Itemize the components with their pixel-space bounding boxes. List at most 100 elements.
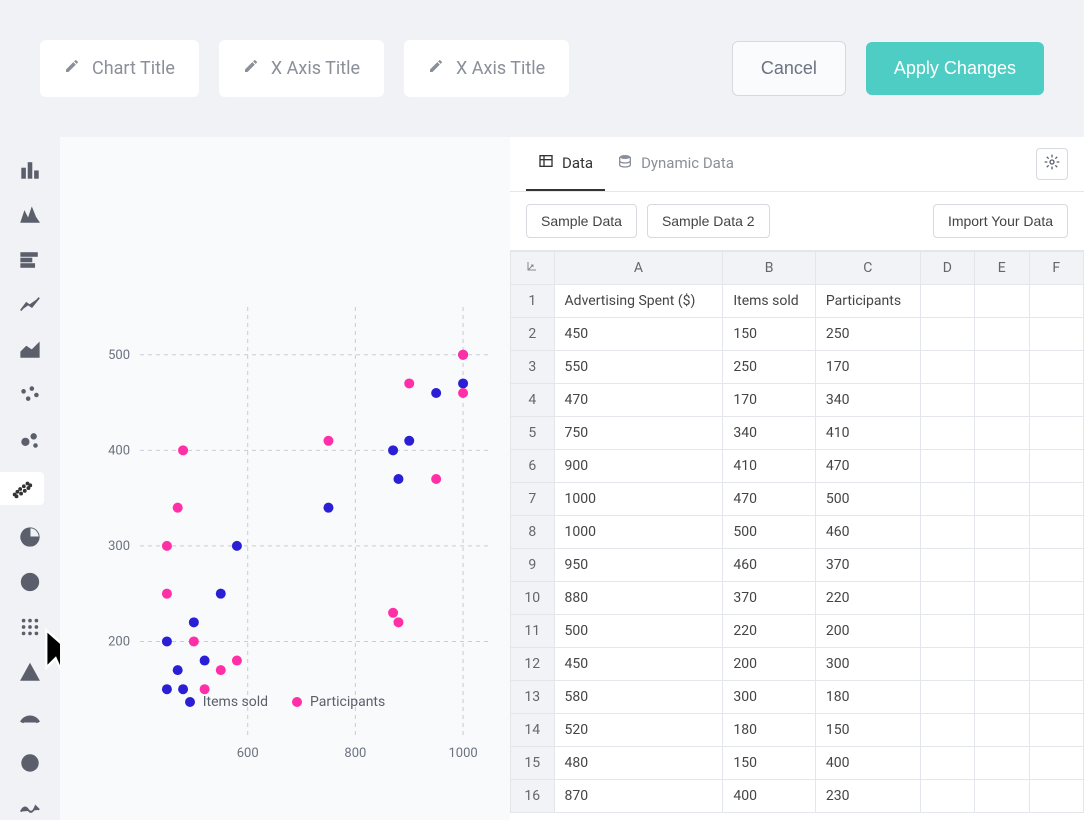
row-number[interactable]: 2 xyxy=(511,318,555,351)
cell[interactable]: 410 xyxy=(815,417,920,450)
cell[interactable]: 450 xyxy=(554,318,723,351)
legend-item-series1[interactable]: Items sold xyxy=(185,694,268,710)
cell[interactable]: 250 xyxy=(723,351,816,384)
cell[interactable]: 150 xyxy=(723,318,816,351)
cell[interactable]: 870 xyxy=(554,780,723,813)
cell[interactable] xyxy=(1029,384,1084,417)
cell[interactable]: 200 xyxy=(815,615,920,648)
cell[interactable]: 180 xyxy=(815,681,920,714)
cell[interactable]: 460 xyxy=(815,516,920,549)
cell[interactable] xyxy=(920,615,974,648)
cell[interactable] xyxy=(975,285,1029,318)
cell[interactable] xyxy=(975,450,1029,483)
legend-item-series2[interactable]: Participants xyxy=(292,694,385,710)
y-axis-title-input[interactable]: X Axis Title xyxy=(404,40,569,97)
cell[interactable] xyxy=(1029,516,1084,549)
row-number[interactable]: 13 xyxy=(511,681,555,714)
row-number[interactable]: 7 xyxy=(511,483,555,516)
cell[interactable] xyxy=(1029,417,1084,450)
column-header[interactable]: A xyxy=(554,252,723,285)
row-number[interactable]: 5 xyxy=(511,417,555,450)
cell[interactable] xyxy=(975,483,1029,516)
column-header[interactable]: F xyxy=(1029,252,1084,285)
area-spike-icon[interactable] xyxy=(16,202,44,227)
cell[interactable] xyxy=(975,318,1029,351)
cell[interactable] xyxy=(1029,780,1084,813)
cell[interactable]: 500 xyxy=(723,516,816,549)
row-number[interactable]: 11 xyxy=(511,615,555,648)
cell[interactable]: 300 xyxy=(815,648,920,681)
cell[interactable] xyxy=(1029,582,1084,615)
apply-button[interactable]: Apply Changes xyxy=(866,42,1044,95)
cell[interactable]: Participants xyxy=(815,285,920,318)
cell[interactable]: 370 xyxy=(723,582,816,615)
cell[interactable] xyxy=(920,450,974,483)
scatter-dense-icon[interactable] xyxy=(0,472,44,504)
cell[interactable]: 250 xyxy=(815,318,920,351)
cell[interactable]: 450 xyxy=(554,648,723,681)
sample-data-1-button[interactable]: Sample Data xyxy=(526,204,637,238)
cell[interactable]: 880 xyxy=(554,582,723,615)
cell[interactable] xyxy=(975,648,1029,681)
cell[interactable]: 220 xyxy=(815,582,920,615)
cell[interactable] xyxy=(975,780,1029,813)
cell[interactable]: 150 xyxy=(723,747,816,780)
cell[interactable] xyxy=(920,285,974,318)
bubble-chart-icon[interactable] xyxy=(16,427,44,452)
cell[interactable] xyxy=(975,417,1029,450)
pie-chart-icon[interactable] xyxy=(16,525,44,550)
cell[interactable]: 480 xyxy=(554,747,723,780)
cell[interactable] xyxy=(920,747,974,780)
ring-chart-icon[interactable] xyxy=(16,750,44,775)
cell[interactable]: Items sold xyxy=(723,285,816,318)
cell[interactable]: 500 xyxy=(554,615,723,648)
tab-dynamic-data[interactable]: Dynamic Data xyxy=(605,137,746,191)
row-number[interactable]: 12 xyxy=(511,648,555,681)
area-chart-icon[interactable] xyxy=(16,337,44,362)
cell[interactable] xyxy=(920,318,974,351)
cell[interactable] xyxy=(920,483,974,516)
row-number[interactable]: 4 xyxy=(511,384,555,417)
scatter-sparse-icon[interactable] xyxy=(16,382,44,407)
gauge-chart-icon[interactable] xyxy=(16,705,44,730)
cell[interactable]: 500 xyxy=(815,483,920,516)
cell[interactable]: 1000 xyxy=(554,516,723,549)
cell[interactable]: 520 xyxy=(554,714,723,747)
cell[interactable] xyxy=(975,549,1029,582)
cell[interactable]: 370 xyxy=(815,549,920,582)
cell[interactable] xyxy=(975,615,1029,648)
cell[interactable] xyxy=(1029,714,1084,747)
cell[interactable] xyxy=(920,714,974,747)
cell[interactable]: 550 xyxy=(554,351,723,384)
dot-matrix-icon[interactable] xyxy=(16,615,44,640)
cell[interactable]: Advertising Spent ($) xyxy=(554,285,723,318)
cell[interactable]: 170 xyxy=(815,351,920,384)
cell[interactable]: 340 xyxy=(815,384,920,417)
cell[interactable]: 470 xyxy=(815,450,920,483)
cell[interactable]: 340 xyxy=(723,417,816,450)
cell[interactable] xyxy=(975,351,1029,384)
cell[interactable]: 580 xyxy=(554,681,723,714)
cell[interactable] xyxy=(975,714,1029,747)
import-data-button[interactable]: Import Your Data xyxy=(933,204,1068,238)
sparkline-icon[interactable] xyxy=(16,795,44,820)
cell[interactable] xyxy=(1029,615,1084,648)
column-header[interactable]: D xyxy=(920,252,974,285)
row-number[interactable]: 9 xyxy=(511,549,555,582)
cell[interactable] xyxy=(1029,450,1084,483)
cell[interactable] xyxy=(975,582,1029,615)
cell[interactable] xyxy=(920,549,974,582)
sheet-corner[interactable] xyxy=(511,252,555,285)
cell[interactable]: 470 xyxy=(554,384,723,417)
horizontal-bar-icon[interactable] xyxy=(16,247,44,272)
cell[interactable] xyxy=(920,681,974,714)
cell[interactable] xyxy=(920,417,974,450)
cell[interactable]: 1000 xyxy=(554,483,723,516)
cell[interactable] xyxy=(975,747,1029,780)
cell[interactable]: 900 xyxy=(554,450,723,483)
x-axis-title-input[interactable]: X Axis Title xyxy=(219,40,384,97)
column-header[interactable]: B xyxy=(723,252,816,285)
cell[interactable]: 750 xyxy=(554,417,723,450)
cell[interactable] xyxy=(1029,549,1084,582)
cell[interactable] xyxy=(1029,681,1084,714)
